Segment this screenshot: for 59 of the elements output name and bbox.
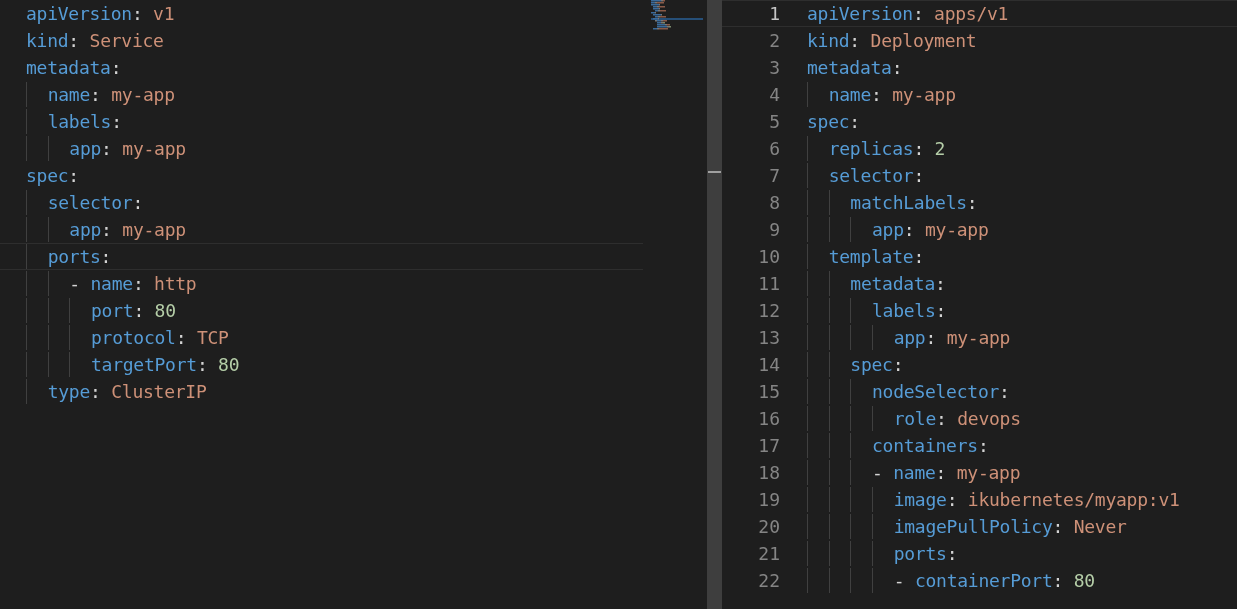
code-line: spec: (807, 111, 860, 132)
code-line: type: ClusterIP (47, 381, 207, 402)
line-number: 11 (757, 273, 781, 294)
code-line: app: my-app (872, 219, 989, 240)
line-number: 6 (768, 138, 781, 159)
line-number: 3 (768, 57, 781, 78)
code-line: - containerPort: 80 (893, 570, 1095, 591)
code-line: containers: (872, 435, 989, 456)
line-number: 8 (768, 192, 781, 213)
code-line: app: my-app (69, 138, 186, 159)
line-number: 13 (757, 327, 781, 348)
code-line: image: ikubernetes/myapp:v1 (893, 489, 1180, 510)
line-number: 12 (757, 300, 781, 321)
code-line: selector: (828, 165, 924, 186)
code-line: name: my-app (47, 84, 175, 105)
line-number: 16 (757, 408, 781, 429)
code-line: replicas: 2 (828, 138, 946, 159)
code-line: port: 80 (91, 300, 176, 321)
code-line: role: devops (893, 408, 1021, 429)
code-line: labels: (47, 111, 122, 132)
code-line: labels: (872, 300, 947, 321)
code-line: ports: (47, 246, 112, 267)
code-line: metadata: (807, 57, 903, 78)
line-number: 10 (757, 246, 781, 267)
line-number: 2 (768, 30, 781, 51)
code-line: matchLabels: (850, 192, 978, 213)
code-line: targetPort: 80 (91, 354, 240, 375)
line-number: 19 (757, 489, 781, 510)
line-number: 5 (768, 111, 781, 132)
code-line: ports: (893, 543, 958, 564)
code-line: protocol: TCP (91, 327, 229, 348)
code-line: spec: (850, 354, 904, 375)
line-number: 9 (768, 219, 781, 240)
line-number: 1 (768, 3, 781, 24)
line-number: 4 (768, 84, 781, 105)
code-line: app: my-app (69, 219, 186, 240)
line-number: 22 (757, 570, 781, 591)
code-line: kind: Service (26, 30, 164, 51)
line-number: 17 (757, 435, 781, 456)
code-line: app: my-app (893, 327, 1011, 348)
line-number: 7 (768, 165, 781, 186)
line-number: 18 (757, 462, 781, 483)
code-line: - name: http (69, 273, 197, 294)
line-number: 15 (757, 381, 781, 402)
code-line: metadata: (26, 57, 122, 78)
code-line: nodeSelector: (872, 381, 1010, 402)
line-number: 14 (757, 354, 781, 375)
code-line: metadata: (850, 273, 946, 294)
code-line: apiVersion: apps/v1 (807, 3, 1009, 24)
code-line: imagePullPolicy: Never (893, 516, 1127, 537)
line-number: 20 (757, 516, 781, 537)
code-line: selector: (47, 192, 143, 213)
line-number: 21 (757, 543, 781, 564)
code-line: name: my-app (828, 84, 956, 105)
code-line: template: (828, 246, 924, 267)
code-line: spec: (26, 165, 79, 186)
code-line: apiVersion: v1 (26, 3, 175, 24)
code-line: kind: Deployment (807, 30, 977, 51)
code-line: - name: my-app (872, 462, 1021, 483)
